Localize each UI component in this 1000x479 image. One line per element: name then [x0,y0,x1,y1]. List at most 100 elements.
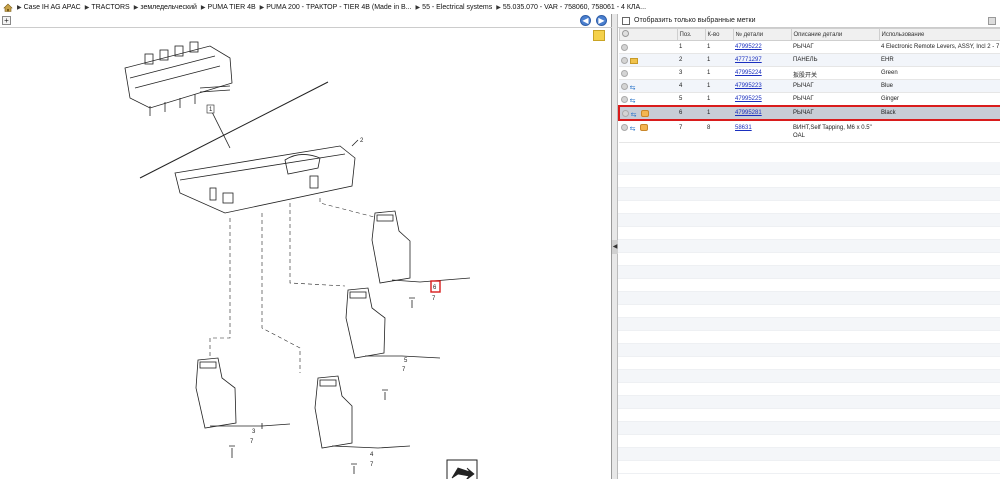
breadcrumb-item[interactable]: ▶ TRACTORS [85,4,130,11]
panel-drawing [174,139,359,214]
show-selected-only-checkbox[interactable] [622,16,630,25]
part-number-link[interactable]: 47995223 [735,83,762,89]
select-all-header[interactable] [618,28,678,41]
callout-7[interactable]: 7 [432,296,436,302]
breadcrumb-label: земледельческий [140,3,197,11]
part-number-link[interactable]: 47771297 [735,57,762,63]
empty-row [618,396,1000,409]
callout-7[interactable]: 7 [370,462,374,468]
empty-row [618,305,1000,318]
breadcrumb-label: 55 - Electrical systems [422,3,493,11]
row-select-icon[interactable] [621,83,628,90]
expand-button[interactable]: + [2,16,11,25]
breadcrumb-item[interactable]: ▶ 55 - Electrical systems [416,4,493,11]
table-row[interactable]: 1 1 47995222 РЫЧАГ 4 Electronic Remote L… [619,40,1000,54]
cell-description: ПАНЕЛЬ [791,53,879,67]
row-select-icon[interactable] [622,110,629,117]
part-number-link[interactable]: 58631 [735,125,752,131]
cell-pos: 4 [677,79,705,93]
empty-row [618,357,1000,370]
basket-icon[interactable] [639,124,648,131]
forward-button[interactable]: ▶ [596,15,607,26]
console-assembly-drawing [124,41,233,149]
cell-description: РЫЧАГ [791,79,879,93]
lever-drawing-3 [195,357,291,429]
table-row[interactable]: ⇆ 5 1 47995225 РЫЧАГ Ginger [619,92,1000,107]
basket-icon[interactable] [640,110,649,117]
replacement-icon[interactable]: ⇆ [630,126,638,133]
callout-5[interactable]: 5 [404,358,408,364]
row-select-icon[interactable] [621,124,628,131]
lever-drawing-4 [314,375,411,449]
exploded-parts-diagram[interactable]: 1 2 3 4 5 6 7 7 7 7 [0,28,612,479]
back-button[interactable]: ◀ [580,15,591,26]
column-header-usage[interactable]: Использование [878,28,1000,41]
replacement-icon[interactable]: ⇆ [631,112,639,118]
home-icon[interactable] [3,3,13,12]
select-all-icon[interactable] [621,30,629,37]
filter-options-icon[interactable] [988,17,996,25]
cell-description: РЫЧАГ [791,40,879,54]
cell-usage: Green [879,66,1000,80]
part-number-link[interactable]: 47995222 [735,44,762,50]
cell-qty: 1 [705,92,733,107]
table-row[interactable]: ⇆ 4 1 47995223 РЫЧАГ Blue [619,79,1000,93]
cell-description: РЫЧАГ [791,105,879,121]
row-select-icon[interactable] [621,70,628,77]
cell-pos: 6 [677,105,705,121]
cell-pos: 7 [677,120,705,143]
parts-catalog-window: ▶ Case IH AG APAC ▶ TRACTORS ▶ земледельчес… [0,0,1000,479]
callout-4[interactable]: 4 [370,452,374,458]
next-page-arrow-icon[interactable] [446,459,478,479]
table-header-row: Поз. К-во № детали Описание детали Испол… [618,28,1000,41]
empty-row [618,266,1000,279]
callout-6[interactable]: 6 [433,285,437,291]
empty-row [618,162,1000,175]
chevron-right-icon: ▶ [84,4,90,11]
callout-3[interactable]: 3 [252,429,256,435]
replacement-icon[interactable]: ⇆ [630,98,638,105]
table-row[interactable]: 2 1 47771297 ПАНЕЛЬ EHR [619,53,1000,67]
breadcrumb-item[interactable]: ▶ 55.035.070 - VAR - 758060, 758061 - 4 К… [496,4,646,11]
replacement-icon[interactable]: ⇆ [630,85,638,92]
part-number-link[interactable]: 47995281 [735,110,762,116]
cell-qty: 1 [705,53,733,67]
column-header-qty[interactable]: К-во [704,28,734,41]
cell-usage: Ginger [879,92,1000,107]
part-number-link[interactable]: 47995224 [735,70,762,76]
table-row[interactable]: ⇆ 7 8 58631 ВИНТ,Self Tapping, M6 x 0.5"… [619,120,1000,143]
column-header-description[interactable]: Описание детали [790,28,880,41]
folder-icon[interactable] [629,58,638,64]
breadcrumb-item[interactable]: ▶ PUMA 200 - ТРАКТОР - TIER 4B (Made in B… [260,4,412,11]
cell-pos: 5 [677,92,705,107]
lever-drawing-5 [345,287,441,359]
cell-pos: 2 [677,53,705,67]
cell-description: ВИНТ,Self Tapping, M6 x 0.5" OAL [791,120,879,143]
empty-row [618,201,1000,214]
filter-bar: Отобразить только выбранные метки [618,14,1000,28]
column-header-part-number[interactable]: № детали [732,28,792,41]
chevron-right-icon: ▶ [259,4,265,11]
column-header-pos[interactable]: Поз. [676,28,706,41]
breadcrumb-label: Case IH AG APAC [23,3,81,11]
callout-7[interactable]: 7 [250,439,254,445]
empty-row [618,435,1000,448]
breadcrumb-item[interactable]: ▶ PUMA TIER 4B [201,4,256,11]
table-row-selected[interactable]: ⇆ 6 1 47995281 РЫЧАГ Black [618,105,1000,121]
callout-2[interactable]: 2 [360,138,364,144]
breadcrumb-item[interactable]: ▶ Case IH AG APAC [17,4,81,11]
row-select-icon[interactable] [621,57,628,64]
breadcrumb-item[interactable]: ▶ земледельческий [134,4,197,11]
cell-description: РЫЧАГ [791,92,879,107]
empty-row [618,461,1000,474]
callout-7[interactable]: 7 [402,367,406,373]
row-select-icon[interactable] [621,96,628,103]
part-number-link[interactable]: 47995225 [735,96,762,102]
row-select-icon[interactable] [621,44,628,51]
table-row[interactable]: 3 1 47995224 扳股开关 Green [619,66,1000,80]
cell-qty: 1 [705,66,733,80]
breadcrumb: ▶ Case IH AG APAC ▶ TRACTORS ▶ земледельчес… [0,0,1000,14]
chevron-right-icon: ▶ [200,4,206,11]
cell-usage: 4 Electronic Remote Levers, ASSY, Incl 2… [879,40,1000,54]
empty-row [618,383,1000,396]
